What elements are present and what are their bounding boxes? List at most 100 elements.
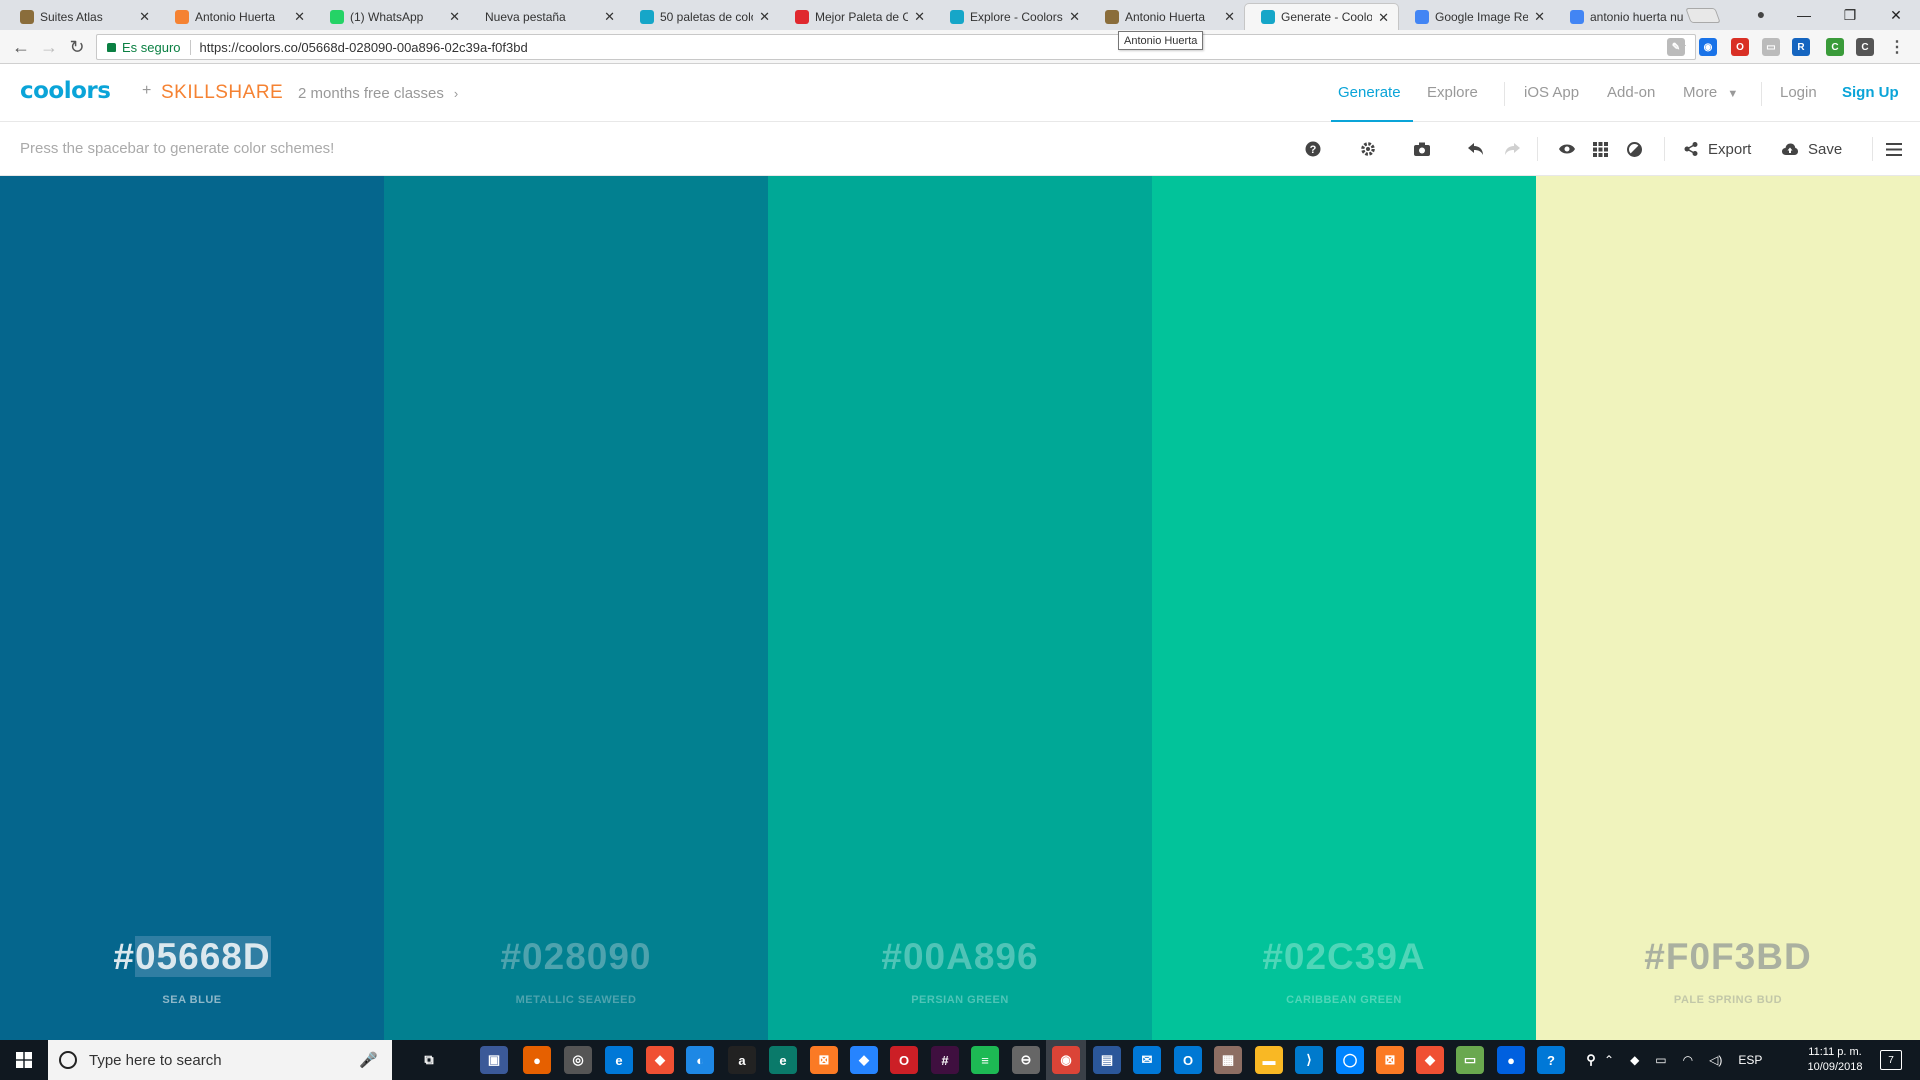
- browser-tab[interactable]: Generate - Coolors ✕: [1244, 3, 1399, 30]
- browser-tab[interactable]: (1) WhatsApp ✕: [314, 3, 469, 30]
- minimize-button[interactable]: —: [1781, 0, 1827, 30]
- extension-icon[interactable]: O: [1731, 38, 1749, 56]
- browser-icon[interactable]: ◐: [686, 1046, 714, 1074]
- address-bar[interactable]: Es seguro https://coolors.co/05668d-0280…: [96, 34, 1696, 60]
- chrome-canary-icon[interactable]: ◎: [564, 1046, 592, 1074]
- close-tab-icon[interactable]: ✕: [1534, 9, 1545, 25]
- adjust-palette-icon[interactable]: [1627, 135, 1642, 163]
- hex-code[interactable]: #05668D: [0, 936, 384, 978]
- save-button[interactable]: Save: [1782, 135, 1842, 163]
- extension-icon[interactable]: ▭: [1762, 38, 1780, 56]
- browser-tab[interactable]: Antonio Huerta ✕: [159, 3, 314, 30]
- language-indicator[interactable]: ESP: [1738, 1053, 1762, 1067]
- close-window-button[interactable]: ✕: [1873, 0, 1919, 30]
- close-tab-icon[interactable]: ✕: [1069, 9, 1080, 25]
- color-name[interactable]: PALE SPRING BUD: [1536, 994, 1920, 1006]
- windows-start-button[interactable]: [0, 1040, 48, 1080]
- people-icon[interactable]: ⚲: [1577, 1046, 1605, 1074]
- browser-tab[interactable]: Suites Atlas ✕: [4, 3, 159, 30]
- color-swatch[interactable]: #02C39A CARIBBEAN GREEN: [1152, 176, 1536, 1040]
- forward-button[interactable]: →: [37, 35, 61, 59]
- task-view-icon[interactable]: ⧉: [415, 1046, 443, 1074]
- chrome-icon[interactable]: ◉: [1052, 1046, 1080, 1074]
- messenger-icon[interactable]: ◯: [1336, 1046, 1364, 1074]
- browser-tab[interactable]: Mejor Paleta de Colores ✕: [779, 3, 934, 30]
- git-icon[interactable]: ◆: [646, 1046, 674, 1074]
- notepad-icon[interactable]: ▭: [1456, 1046, 1484, 1074]
- disk-icon[interactable]: ⊖: [1012, 1046, 1040, 1074]
- hex-code[interactable]: #028090: [384, 936, 768, 978]
- nav-sign-up[interactable]: Sign Up: [1842, 84, 1899, 101]
- microphone-icon[interactable]: 🎤: [359, 1051, 378, 1069]
- export-button[interactable]: Export: [1684, 135, 1751, 163]
- nav-ios-app[interactable]: iOS App: [1524, 84, 1579, 101]
- color-swatch[interactable]: #028090 METALLIC SEAWEED: [384, 176, 768, 1040]
- color-name[interactable]: SEA BLUE: [0, 994, 384, 1006]
- reload-button[interactable]: ↻: [65, 35, 89, 59]
- close-tab-icon[interactable]: ✕: [604, 9, 615, 25]
- battery-icon[interactable]: ▭: [1655, 1053, 1666, 1067]
- nav-add-on[interactable]: Add-on: [1607, 84, 1655, 101]
- color-name[interactable]: PERSIAN GREEN: [768, 994, 1152, 1006]
- remote-desktop-icon[interactable]: ▤: [1093, 1046, 1121, 1074]
- slack-icon[interactable]: #: [931, 1046, 959, 1074]
- firefox-icon[interactable]: ●: [523, 1046, 551, 1074]
- promo-link[interactable]: 2 months free classes ›: [298, 85, 458, 102]
- camera-icon[interactable]: [1414, 135, 1430, 163]
- extension-icon[interactable]: R: [1792, 38, 1810, 56]
- git-gui-icon[interactable]: ◆: [1416, 1046, 1444, 1074]
- nav-explore[interactable]: Explore: [1427, 84, 1478, 101]
- browser-tab[interactable]: Antonio Huerta ✕: [1089, 3, 1244, 30]
- color-swatch[interactable]: #F0F3BD PALE SPRING BUD: [1536, 176, 1920, 1040]
- grid-icon[interactable]: [1593, 135, 1608, 163]
- spotify-icon[interactable]: ≡: [971, 1046, 999, 1074]
- firefox-dev-icon[interactable]: ●: [1497, 1046, 1525, 1074]
- profile-icon[interactable]: ●: [1751, 4, 1771, 24]
- nav-more[interactable]: More ▼: [1683, 84, 1738, 101]
- edge-icon[interactable]: e: [605, 1046, 633, 1074]
- archive-icon[interactable]: ▦: [1214, 1046, 1242, 1074]
- nav-generate[interactable]: Generate: [1338, 84, 1401, 101]
- file-explorer-icon[interactable]: ▬: [1255, 1046, 1283, 1074]
- amazon-icon[interactable]: a: [728, 1046, 756, 1074]
- close-tab-icon[interactable]: ✕: [1378, 10, 1389, 26]
- hex-code[interactable]: #02C39A: [1152, 936, 1536, 978]
- browser-tab[interactable]: Explore - Coolors ✕: [934, 3, 1089, 30]
- color-name[interactable]: CARIBBEAN GREEN: [1152, 994, 1536, 1006]
- close-tab-icon[interactable]: ✕: [139, 9, 150, 25]
- volume-icon[interactable]: ◁): [1709, 1053, 1722, 1067]
- help-icon[interactable]: ?: [1305, 135, 1321, 163]
- close-tab-icon[interactable]: ✕: [914, 9, 925, 25]
- extension-icon[interactable]: C: [1856, 38, 1874, 56]
- new-tab-button[interactable]: [1685, 8, 1721, 23]
- opera-icon[interactable]: O: [890, 1046, 918, 1074]
- restore-button[interactable]: ❐: [1827, 0, 1873, 30]
- screenshot-app-icon[interactable]: ▣: [480, 1046, 508, 1074]
- edge-beta-icon[interactable]: e: [769, 1046, 797, 1074]
- mail-icon[interactable]: ✉: [1133, 1046, 1161, 1074]
- hex-code[interactable]: #00A896: [768, 936, 1152, 978]
- nav-login[interactable]: Login: [1780, 84, 1817, 101]
- color-swatch[interactable]: #05668D SEA BLUE: [0, 176, 384, 1040]
- taskbar-search[interactable]: Type here to search 🎤: [48, 1040, 392, 1080]
- wifi-icon[interactable]: ◠: [1683, 1053, 1693, 1067]
- xampp-icon[interactable]: ⊠: [810, 1046, 838, 1074]
- show-hidden-icons-icon[interactable]: ⌃: [1604, 1053, 1614, 1067]
- back-button[interactable]: ←: [9, 35, 33, 59]
- close-tab-icon[interactable]: ✕: [759, 9, 770, 25]
- skillshare-logo[interactable]: SKILLSHARE: [161, 82, 283, 104]
- browser-tab[interactable]: Nueva pestaña ✕: [469, 3, 624, 30]
- extension-icon[interactable]: ✎: [1667, 38, 1685, 56]
- close-tab-icon[interactable]: ✕: [1224, 9, 1235, 25]
- extension-icon[interactable]: ◉: [1699, 38, 1717, 56]
- hamburger-menu-icon[interactable]: [1886, 135, 1902, 163]
- taskbar-clock[interactable]: 11:11 p. m. 10/09/2018: [1800, 1045, 1870, 1075]
- coolors-logo[interactable]: coolors: [20, 78, 111, 104]
- browser-tab[interactable]: Google Image Results ✕: [1399, 3, 1554, 30]
- dropbox-icon[interactable]: ◆: [1630, 1053, 1639, 1067]
- undo-icon[interactable]: [1468, 135, 1484, 163]
- redo-icon[interactable]: [1504, 135, 1520, 163]
- hex-code[interactable]: #F0F3BD: [1536, 936, 1920, 978]
- xampp-control-icon[interactable]: ⊠: [1376, 1046, 1404, 1074]
- browser-tab[interactable]: antonio huerta nua✕: [1554, 3, 1709, 30]
